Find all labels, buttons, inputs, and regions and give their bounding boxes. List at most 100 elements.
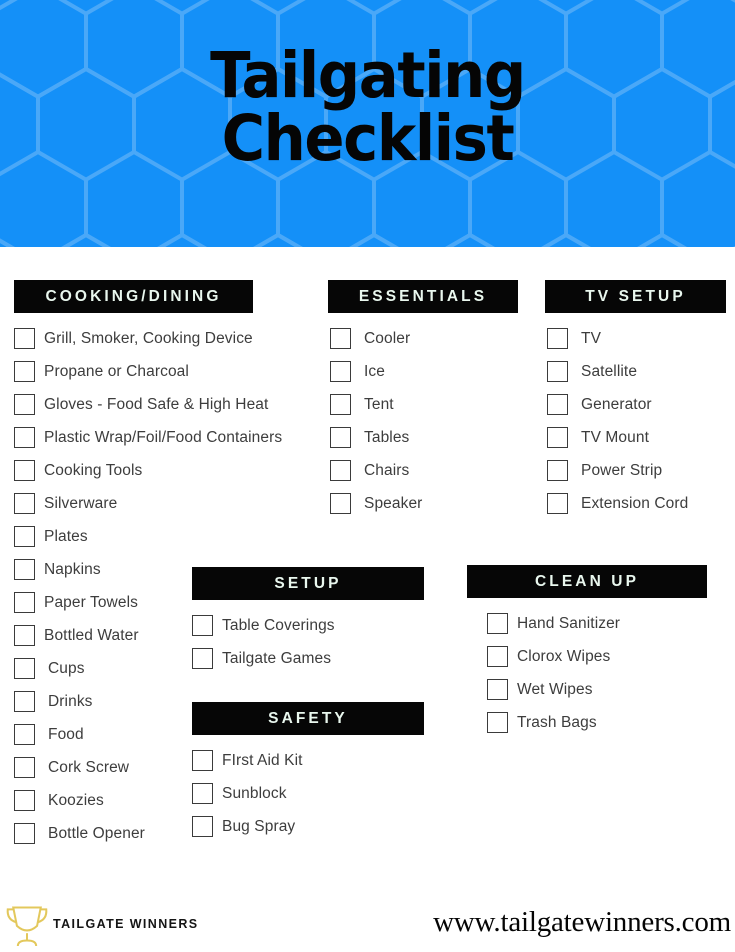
checkbox[interactable] <box>192 816 213 837</box>
list-item-label: Propane or Charcoal <box>44 362 189 380</box>
list-item[interactable]: Tables <box>330 421 518 454</box>
list-item-label: Clorox Wipes <box>517 647 611 665</box>
checklist-items-safety: FIrst Aid Kit Sunblock Bug Spray <box>192 744 424 843</box>
checkbox[interactable] <box>547 493 568 514</box>
list-item[interactable]: Generator <box>547 388 726 421</box>
list-item[interactable]: Sunblock <box>192 777 424 810</box>
checkbox[interactable] <box>330 493 351 514</box>
list-item-label: Tent <box>364 395 394 413</box>
list-item-label: Gloves - Food Safe & High Heat <box>44 395 269 413</box>
list-item[interactable]: Tent <box>330 388 518 421</box>
checklist-items-tv-setup: TV Satellite Generator TV Mount Power St… <box>547 322 726 520</box>
checkbox[interactable] <box>14 724 35 745</box>
checkbox[interactable] <box>14 526 35 547</box>
trophy-icon <box>6 905 48 946</box>
list-item-label: Hand Sanitizer <box>517 614 621 632</box>
website-url[interactable]: www.tailgatewinners.com <box>433 906 731 939</box>
checkbox[interactable] <box>547 328 568 349</box>
list-item-label: Bottle Opener <box>48 824 145 842</box>
checkbox[interactable] <box>14 625 35 646</box>
list-item[interactable]: Hand Sanitizer <box>487 607 707 640</box>
list-item[interactable]: Clorox Wipes <box>487 640 707 673</box>
checkbox[interactable] <box>14 592 35 613</box>
checkbox[interactable] <box>192 648 213 669</box>
list-item[interactable]: Cooking Tools <box>14 454 253 487</box>
list-item-label: Tables <box>364 428 410 446</box>
list-item[interactable]: TV Mount <box>547 421 726 454</box>
list-item-label: Cooking Tools <box>44 461 143 479</box>
group-essentials: ESSENTIALS Cooler Ice Tent Tables Chairs… <box>328 280 518 520</box>
checkbox[interactable] <box>14 757 35 778</box>
checkbox[interactable] <box>14 394 35 415</box>
list-item-label: Power Strip <box>581 461 663 479</box>
checkbox[interactable] <box>14 493 35 514</box>
list-item-label: Bottled Water <box>44 626 139 644</box>
list-item[interactable]: Wet Wipes <box>487 673 707 706</box>
list-item[interactable]: Gloves - Food Safe & High Heat <box>14 388 268 421</box>
checkbox[interactable] <box>14 460 35 481</box>
list-item-label: Plates <box>44 527 88 545</box>
page-header-banner: Tailgating Checklist <box>0 0 735 247</box>
list-item-label: Chairs <box>364 461 410 479</box>
checkbox[interactable] <box>330 460 351 481</box>
list-item[interactable]: Extension Cord <box>547 487 726 520</box>
checkbox[interactable] <box>330 394 351 415</box>
list-item[interactable]: Plastic Wrap/Foil/Food Containers <box>14 421 282 454</box>
list-item[interactable]: Ice <box>330 355 518 388</box>
list-item-label: Trash Bags <box>517 713 597 731</box>
group-title-clean-up: CLEAN UP <box>467 565 707 598</box>
list-item[interactable]: Satellite <box>547 355 726 388</box>
list-item[interactable]: Power Strip <box>547 454 726 487</box>
list-item-label: FIrst Aid Kit <box>222 751 303 769</box>
checkbox[interactable] <box>192 750 213 771</box>
list-item[interactable]: Silverware <box>14 487 253 520</box>
checkbox[interactable] <box>547 361 568 382</box>
checkbox[interactable] <box>330 427 351 448</box>
checkbox[interactable] <box>14 823 35 844</box>
checkbox[interactable] <box>487 679 508 700</box>
group-title-essentials: ESSENTIALS <box>328 280 518 313</box>
list-item-label: Food <box>48 725 84 743</box>
checklist-items-essentials: Cooler Ice Tent Tables Chairs Speaker <box>330 322 518 520</box>
list-item[interactable]: Plates <box>14 520 253 553</box>
checkbox[interactable] <box>14 790 35 811</box>
list-item-label: Paper Towels <box>44 593 138 611</box>
list-item[interactable]: Tailgate Games <box>192 642 424 675</box>
checkbox[interactable] <box>330 361 351 382</box>
brand-logo: TAILGATE WINNERS <box>5 901 199 946</box>
checklist-items-clean-up: Hand Sanitizer Clorox Wipes Wet Wipes Tr… <box>487 607 707 739</box>
checkbox[interactable] <box>14 559 35 580</box>
checkbox[interactable] <box>192 783 213 804</box>
checkbox[interactable] <box>14 691 35 712</box>
checkbox[interactable] <box>487 712 508 733</box>
list-item[interactable]: Trash Bags <box>487 706 707 739</box>
checkbox[interactable] <box>192 615 213 636</box>
list-item-label: Satellite <box>581 362 638 380</box>
checkbox[interactable] <box>330 328 351 349</box>
checkbox[interactable] <box>547 427 568 448</box>
list-item-label: Speaker <box>364 494 423 512</box>
checkbox[interactable] <box>487 613 508 634</box>
list-item-label: TV Mount <box>581 428 649 446</box>
list-item[interactable]: Cooler <box>330 322 518 355</box>
checkbox[interactable] <box>487 646 508 667</box>
list-item[interactable]: Chairs <box>330 454 518 487</box>
list-item-label: Bug Spray <box>222 817 296 835</box>
list-item[interactable]: FIrst Aid Kit <box>192 744 424 777</box>
list-item-label: Koozies <box>48 791 104 809</box>
checkbox[interactable] <box>14 427 35 448</box>
checkbox[interactable] <box>547 460 568 481</box>
list-item-label: Drinks <box>48 692 93 710</box>
list-item[interactable]: Propane or Charcoal <box>14 355 253 388</box>
list-item[interactable]: Speaker <box>330 487 518 520</box>
list-item[interactable]: Table Coverings <box>192 609 424 642</box>
checkbox[interactable] <box>14 361 35 382</box>
list-item[interactable]: TV <box>547 322 726 355</box>
checkbox[interactable] <box>547 394 568 415</box>
list-item-label: Plastic Wrap/Foil/Food Containers <box>44 428 283 446</box>
list-item[interactable]: Bug Spray <box>192 810 424 843</box>
list-item-label: Silverware <box>44 494 118 512</box>
checkbox[interactable] <box>14 328 35 349</box>
list-item[interactable]: Grill, Smoker, Cooking Device <box>14 322 253 355</box>
checkbox[interactable] <box>14 658 35 679</box>
